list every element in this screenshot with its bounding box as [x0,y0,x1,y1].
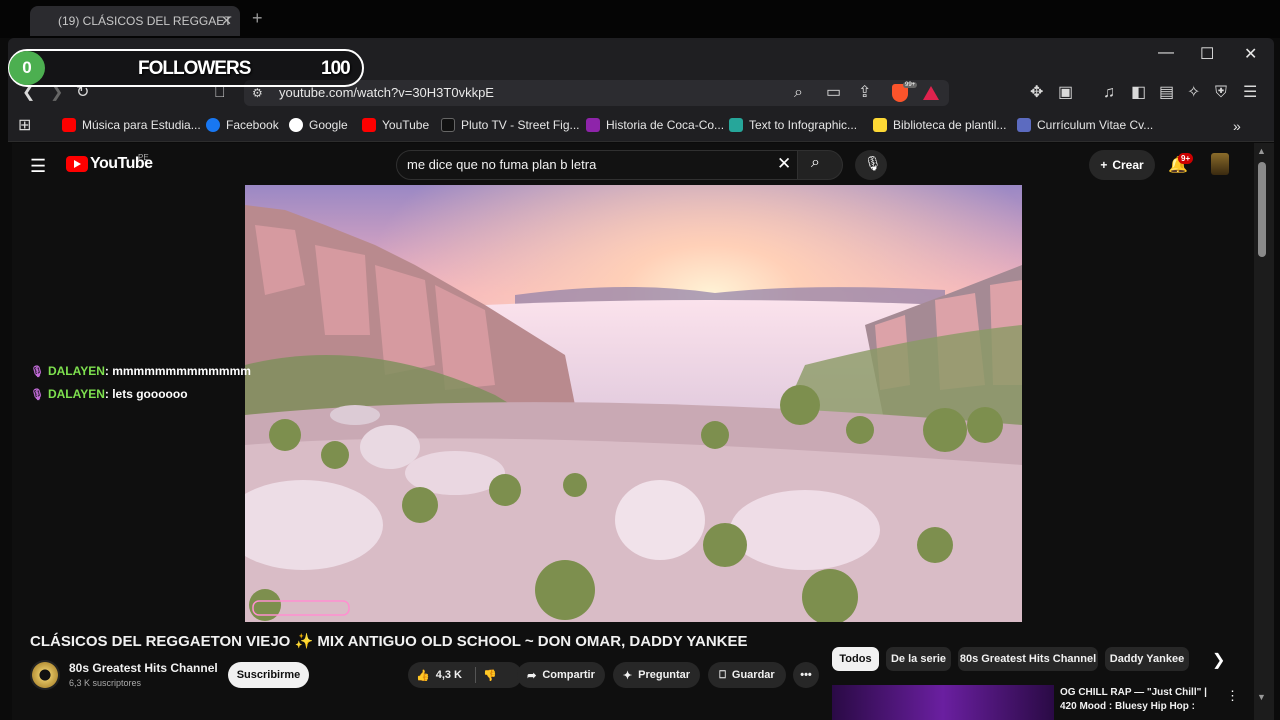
more-actions-button[interactable]: ••• [793,662,819,688]
like-divider [475,667,476,683]
bookmark-item[interactable]: Currículum Vitae Cv... [1017,118,1153,132]
site-icon [729,118,743,132]
notification-count-badge: 9+ [1178,153,1194,164]
tab-close-icon[interactable]: ✕ [221,13,232,29]
guide-menu-icon[interactable]: ☰ [30,156,46,177]
chat-message: 🎙 DALAYEN: mmmmmmmmmmmmm [30,364,251,378]
pluto-tv-icon [441,118,455,132]
create-button[interactable]: + Crear [1089,150,1155,180]
sidebar-icon[interactable]: ◧ [1131,84,1146,102]
brave-rewards-icon[interactable] [923,86,939,100]
browser-tab[interactable]: (19) CLÁSICOS DEL REGGAET ✕ [30,6,240,36]
menu-icon[interactable]: ☰ [1243,84,1257,102]
recommended-thumbnail[interactable] [832,685,1054,720]
chip-series[interactable]: De la serie [886,647,951,671]
bookmark-item[interactable]: Música para Estudia... [62,118,201,132]
screen: (19) CLÁSICOS DEL REGGAET ✕ + — ☐ ✕ ❮ ❯ … [0,0,1280,720]
cast-icon[interactable]: ▭ [826,84,841,102]
clear-search-icon[interactable]: ✕ [777,154,791,174]
scroll-up-icon[interactable]: ▲ [1257,146,1266,156]
more-vert-icon[interactable]: ⋮ [1226,688,1239,704]
vpn-icon[interactable]: ⛨ [1215,84,1227,102]
site-icon [1017,118,1031,132]
bookmark-item[interactable]: YouTube [362,118,429,132]
search-query[interactable]: me dice que no fuma plan b letra [407,157,596,172]
minimize-button[interactable]: — [1158,44,1174,62]
youtube-logo-icon[interactable] [66,156,88,172]
media-icon[interactable]: ♫ [1103,84,1115,102]
microphone-icon[interactable]: 🎙 [864,155,882,172]
followers-goal: 100 [321,58,351,79]
followers-label: FOLLOWERS [138,58,251,79]
save-button[interactable]: ⎕ Guardar [708,662,786,688]
microphone-icon: 🎙 [30,389,44,401]
site-icon [873,118,887,132]
microphone-icon: 🎙 [30,366,44,378]
search-button[interactable] [797,150,843,180]
close-window-button[interactable]: ✕ [1244,44,1257,64]
chip-all[interactable]: Todos [832,647,879,671]
zoom-icon[interactable]: ⌕ [794,84,803,102]
scroll-down-icon[interactable]: ▼ [1257,692,1266,702]
facebook-icon [206,118,220,132]
bookmark-item[interactable]: Facebook [206,118,279,132]
apps-grid-icon[interactable]: ⊞ [18,117,31,135]
google-icon [289,118,303,132]
new-tab-button[interactable]: + [252,8,263,29]
chevron-right-icon[interactable]: ❯ [1212,650,1225,670]
tab-search-icon[interactable]: ▣ [1058,84,1073,102]
url-text[interactable]: youtube.com/watch?v=30H3T0vkkpE [279,85,494,100]
maximize-button[interactable]: ☐ [1200,44,1214,64]
bookmark-item[interactable]: Pluto TV - Street Fig... [441,118,580,132]
youtube-icon [62,118,76,132]
avatar[interactable] [1211,153,1229,175]
like-count[interactable]: 4,3 K [436,669,462,681]
sparkle-icon: ✦ [622,669,633,682]
extensions-icon[interactable]: ✥ [1030,84,1043,102]
channel-avatar[interactable] [30,660,60,690]
bookmarks-more-button[interactable]: » [1233,118,1241,134]
channel-name[interactable]: 80s Greatest Hits Channel [69,661,218,675]
like-icon[interactable]: 👍 [416,669,430,682]
video-title: CLÁSICOS DEL REGGAETON VIEJO ✨ MIX ANTIG… [30,633,748,650]
leo-ai-icon[interactable]: ✧ [1187,84,1200,102]
video-frame [245,185,1022,622]
youtube-icon [362,118,376,132]
share-icon[interactable]: ⇪ [858,84,871,102]
bookmark-item[interactable]: Biblioteca de plantil... [873,118,1006,132]
ask-button[interactable]: ✦ Preguntar [613,662,700,688]
plus-icon: + [1100,158,1108,172]
bookmark-item[interactable]: Text to Infographic... [729,118,857,132]
region-code: PE [138,153,149,162]
recommended-title[interactable]: OG CHILL RAP — "Just Chill" | 420 Mood :… [1060,686,1220,714]
bookmark-item[interactable]: Historia de Coca-Co... [586,118,724,132]
dislike-icon[interactable]: 👎 [480,662,500,688]
wallet-icon[interactable]: ▤ [1159,84,1174,102]
bookmark-icon: ⎕ [719,668,726,681]
brave-badge: 99+ [903,82,918,88]
video-player[interactable] [245,185,1022,622]
share-icon: ➦ [527,669,537,682]
bookmark-item[interactable]: Google [289,118,348,132]
subscribe-button[interactable]: Suscribirme [228,662,309,688]
like-dislike-group: 👍 4,3 K [408,662,522,688]
search-icon[interactable]: ⌕ [811,154,820,172]
chip-daddy-yankee[interactable]: Daddy Yankee [1105,647,1189,671]
subscriber-count: 6,3 K suscriptores [69,678,142,688]
scrollbar-thumb[interactable] [1258,162,1266,257]
tab-title: (19) CLÁSICOS DEL REGGAET [58,14,232,28]
chat-message: 🎙 DALAYEN: lets goooooo [30,387,188,401]
site-icon [586,118,600,132]
followers-count: 0 [9,51,45,85]
chip-channel[interactable]: 80s Greatest Hits Channel [958,647,1098,671]
share-button[interactable]: ➦ Compartir [517,662,605,688]
